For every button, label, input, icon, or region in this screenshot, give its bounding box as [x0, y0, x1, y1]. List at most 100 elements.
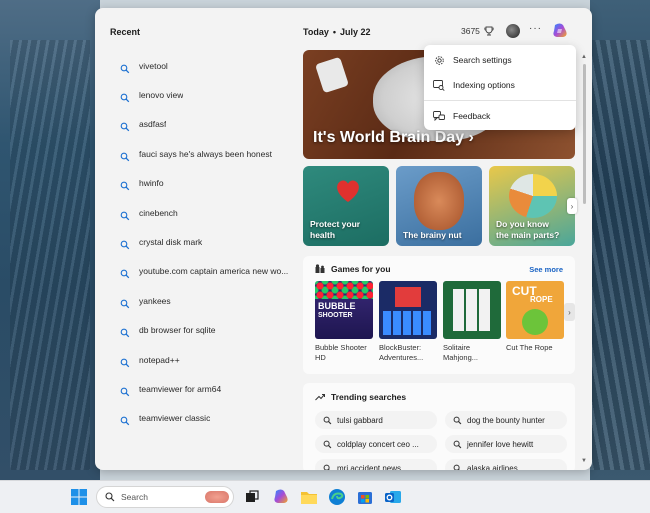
- rewards-points[interactable]: 3675: [461, 26, 494, 36]
- recent-search-item[interactable]: crystal disk mark: [115, 227, 300, 256]
- game-card-blockbuster[interactable]: BlockBuster: Adventures...: [379, 281, 437, 363]
- bubbles-art: [315, 281, 373, 299]
- game-pieces-icon: [315, 264, 325, 273]
- copilot-taskbar-icon[interactable]: [272, 488, 290, 506]
- trophy-icon: [484, 26, 494, 36]
- recent-search-text: cinebench: [139, 207, 178, 218]
- hero-title: It's World Brain Day ›: [313, 129, 474, 147]
- tile-caption-line: Do you know: [496, 218, 549, 229]
- recent-list: vivetool lenovo view asdfasf fauci says he'…: [115, 51, 300, 433]
- search-icon: [323, 464, 331, 470]
- recent-search-item[interactable]: db browser for sqlite: [115, 316, 300, 345]
- recent-search-text: lenovo view: [139, 90, 184, 101]
- taskview-icon[interactable]: [243, 488, 261, 506]
- game-name: Solitaire Mahjong...: [443, 343, 501, 363]
- menu-item-feedback[interactable]: Feedback: [424, 105, 576, 127]
- game-art-text: SHOOTER: [318, 312, 353, 319]
- scroll-down-arrow[interactable]: ▼: [581, 458, 587, 464]
- tiles-next-button[interactable]: ›: [567, 198, 577, 214]
- recent-search-item[interactable]: asdfasf: [115, 110, 300, 139]
- hero-title-text: It's World Brain Day: [313, 129, 465, 146]
- search-icon: [453, 440, 462, 448]
- menu-item-label: Search settings: [453, 55, 512, 65]
- recent-title: Recent: [110, 27, 141, 37]
- brainy-nut-card[interactable]: The brainy nut: [396, 166, 482, 246]
- recent-search-text: db browser for sqlite: [139, 325, 216, 336]
- more-options-button[interactable]: ···: [529, 23, 542, 34]
- games-next-button[interactable]: ›: [564, 303, 575, 321]
- today-date: July 22: [340, 27, 371, 37]
- bubble-shooter-thumbnail: BUBBLE SHOOTER: [315, 281, 373, 339]
- search-icon: [120, 413, 130, 426]
- recent-search-item[interactable]: youtube.com captain america new wo...: [115, 257, 300, 286]
- trending-search-text: alaska airlines: [467, 463, 518, 471]
- trending-search-chip[interactable]: jennifer love hewitt: [445, 435, 567, 453]
- game-card-bubble-shooter[interactable]: BUBBLE SHOOTER Bubble Shooter HD: [315, 281, 373, 363]
- recent-search-item[interactable]: yankees: [115, 286, 300, 315]
- recent-search-item[interactable]: vivetool: [115, 51, 300, 80]
- recent-search-text: crystal disk mark: [139, 237, 203, 248]
- indexing-icon: [432, 78, 446, 92]
- search-icon: [453, 464, 461, 470]
- copilot-icon[interactable]: [551, 22, 569, 40]
- game-art-text: ROPE: [530, 295, 553, 304]
- trending-search-text: jennifer love hewitt: [467, 439, 534, 449]
- games-for-you-section: Games for you See more BUBBLE SHOOTER Bu…: [303, 256, 575, 374]
- protect-health-card[interactable]: Protect your health: [303, 166, 389, 246]
- menu-item-label: Feedback: [453, 111, 491, 121]
- scroll-up-arrow[interactable]: ▲: [581, 54, 587, 60]
- taskbar: Search: [0, 480, 650, 513]
- recent-search-item[interactable]: teamviewer for arm64: [115, 374, 300, 403]
- trending-search-chip[interactable]: mri accident news: [315, 459, 437, 470]
- menu-item-indexing-options[interactable]: Indexing options: [424, 74, 576, 96]
- game-card-solitaire-mahjong[interactable]: Solitaire Mahjong...: [443, 281, 501, 363]
- recent-search-item[interactable]: hwinfo: [115, 169, 300, 198]
- trending-arrow-icon: [315, 394, 325, 401]
- solitaire-mahjong-thumbnail: [443, 281, 501, 339]
- outlook-icon[interactable]: [384, 488, 402, 506]
- taskbar-search-placeholder: Search: [121, 492, 148, 502]
- search-icon: [120, 355, 130, 367]
- trending-search-text: coldplay concert ceo ...: [337, 439, 419, 449]
- game-name-line: Mahjong...: [443, 352, 479, 362]
- wallpaper-left-region: [0, 0, 100, 480]
- search-icon: [120, 149, 130, 162]
- search-icon: [120, 119, 130, 132]
- trending-search-chip[interactable]: tulsi gabbard: [315, 411, 437, 429]
- search-icon: [120, 90, 130, 103]
- game-card-cut-the-rope[interactable]: CUT ROPE Cut The Rope: [506, 281, 564, 353]
- game-name-line: HD: [315, 352, 326, 362]
- trending-search-chip[interactable]: alaska airlines: [445, 459, 567, 470]
- trending-search-chip[interactable]: dog the bounty hunter: [445, 411, 567, 429]
- tile-caption-line: The brainy nut: [403, 229, 462, 240]
- brain-parts-card[interactable]: Do you know the main parts?: [489, 166, 575, 246]
- search-icon: [120, 384, 130, 397]
- mahjong-tiles-art: [453, 289, 491, 331]
- edge-icon[interactable]: [328, 488, 346, 506]
- recent-search-text: asdfasf: [139, 119, 167, 130]
- store-icon[interactable]: [356, 488, 374, 506]
- recent-search-item[interactable]: lenovo view: [115, 80, 300, 109]
- cut-the-rope-thumbnail: CUT ROPE: [506, 281, 564, 339]
- trending-title: Trending searches: [331, 392, 407, 402]
- recent-search-item[interactable]: notepad++: [115, 345, 300, 374]
- trending-search-text: dog the bounty hunter: [467, 415, 545, 425]
- game-name-line: Solitaire: [443, 343, 471, 352]
- wallpaper-right-region: [590, 0, 650, 480]
- windows-start-icon[interactable]: [70, 488, 88, 506]
- search-icon: [120, 208, 130, 220]
- scrollbar-thumb[interactable]: [583, 64, 586, 204]
- recent-search-text: teamviewer for arm64: [139, 383, 222, 394]
- feedback-icon: [432, 109, 446, 123]
- recent-search-item[interactable]: cinebench: [115, 198, 300, 227]
- red-block-art: [395, 287, 421, 307]
- user-avatar[interactable]: [506, 24, 520, 38]
- trending-search-text: tulsi gabbard: [337, 415, 383, 425]
- recent-search-item[interactable]: fauci says he's always been honest: [115, 139, 300, 168]
- recent-search-item[interactable]: teamviewer classic: [115, 404, 300, 433]
- tile-caption: Do you know the main parts?: [496, 219, 559, 241]
- menu-item-search-settings[interactable]: Search settings: [424, 49, 576, 71]
- see-more-link[interactable]: See more: [529, 265, 563, 274]
- file-explorer-icon[interactable]: [300, 488, 318, 506]
- trending-search-chip[interactable]: coldplay concert ceo ...: [315, 435, 437, 453]
